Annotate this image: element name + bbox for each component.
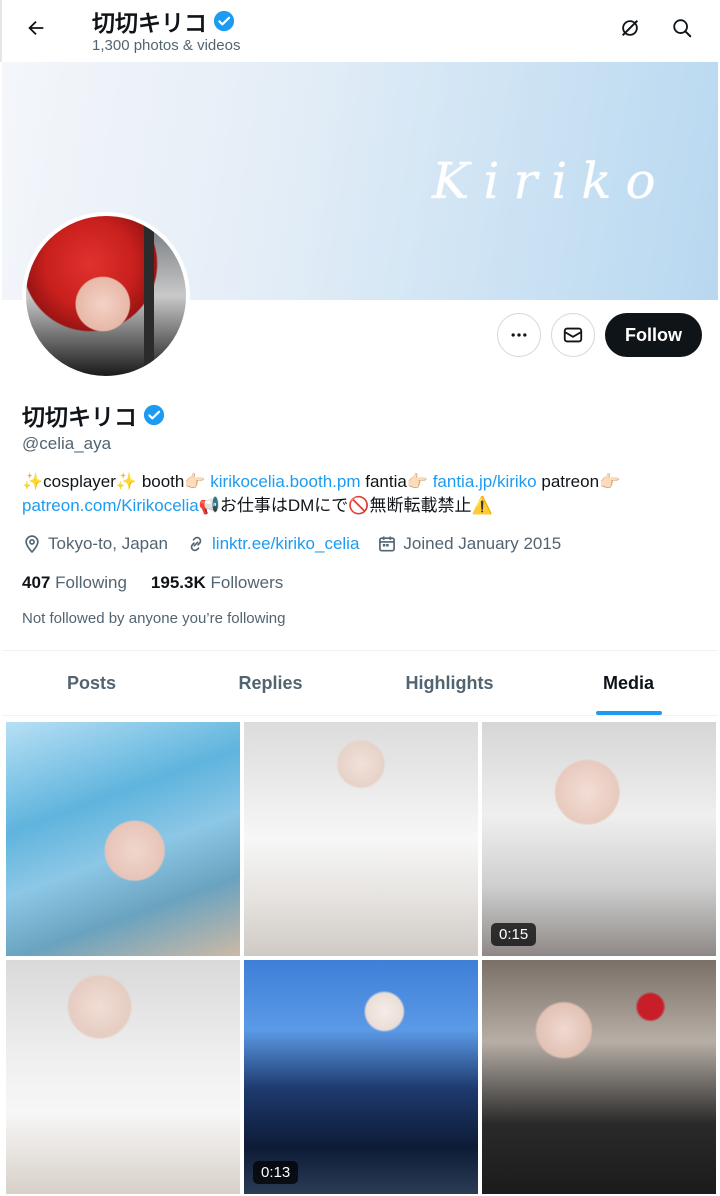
- arrow-left-icon: [28, 20, 44, 36]
- tab-replies[interactable]: Replies: [181, 651, 360, 715]
- header-title: 切切キリコ: [92, 10, 207, 36]
- calendar-icon: [379, 536, 396, 552]
- follow-button[interactable]: Follow: [605, 313, 702, 357]
- joined-item: Joined January 2015: [377, 534, 561, 554]
- not-followed-note: Not followed by anyone you’re following: [22, 610, 286, 627]
- tab-posts[interactable]: Posts: [2, 651, 181, 715]
- tab-label: Posts: [66, 672, 117, 693]
- media-tile[interactable]: 0:13: [244, 960, 478, 1194]
- followers-count: 195.3K: [150, 573, 206, 592]
- search-icon: [673, 19, 692, 38]
- header-subtitle: 1,300 photos & videos: [92, 37, 241, 54]
- video-duration-badge: 0:15: [491, 923, 537, 946]
- header-title-row: 切切キリコ: [92, 4, 235, 38]
- back-button[interactable]: [18, 10, 54, 46]
- following-link[interactable]: 407 Following: [22, 573, 127, 593]
- verified-badge-icon[interactable]: [143, 404, 165, 426]
- media-tile[interactable]: [482, 960, 716, 1194]
- tab-highlights[interactable]: Highlights: [360, 651, 539, 715]
- media-tile[interactable]: [6, 960, 240, 1194]
- active-tab-indicator: [595, 711, 662, 715]
- profile-name-row: 切切キリコ: [22, 398, 165, 432]
- more-button[interactable]: [497, 313, 541, 357]
- avatar[interactable]: [22, 212, 190, 380]
- website-item: linktr.ee/kiriko_celia: [186, 534, 359, 554]
- tab-label: Highlights: [405, 672, 494, 693]
- location-item: Tokyo-to, Japan: [22, 534, 168, 554]
- media-grid: 0:15 0:13: [6, 722, 716, 1194]
- profile-bio: ✨cosplayer✨ booth👉🏻 kirikocelia.booth.pm…: [22, 470, 712, 518]
- location-text: Tokyo-to, Japan: [48, 534, 169, 553]
- location-pin-icon: [25, 535, 39, 554]
- link-icon: [190, 536, 202, 552]
- website-link[interactable]: linktr.ee/kiriko_celia: [212, 534, 359, 554]
- media-tile[interactable]: [244, 722, 478, 956]
- media-tile[interactable]: [6, 722, 240, 956]
- profile-actions: Follow: [497, 313, 702, 357]
- bio-link-booth[interactable]: kirikocelia.booth.pm: [210, 472, 360, 491]
- media-tile[interactable]: 0:15: [482, 722, 716, 956]
- message-button[interactable]: [551, 313, 595, 357]
- profile-meta: Tokyo-to, Japan linktr.ee/kiriko_celia J…: [22, 534, 561, 554]
- tab-label: Media: [602, 672, 654, 693]
- bio-text: 📢お仕事はDMにで🚫無断転載禁止⚠️: [198, 496, 493, 515]
- bio-text: fantia👉🏻: [360, 472, 433, 491]
- profile-name: 切切キリコ: [22, 404, 137, 430]
- bio-text: ✨cosplayer✨ booth👉🏻: [22, 472, 211, 491]
- bio-link-patreon[interactable]: patreon.com/Kirikocelia: [22, 496, 199, 515]
- top-actions: [612, 10, 700, 46]
- top-bar: 切切キリコ 1,300 photos & videos: [0, 0, 720, 62]
- verified-badge-icon: [213, 10, 235, 32]
- follow-counts: 407 Following 195.3K Followers: [22, 573, 283, 593]
- tab-media[interactable]: Media: [539, 651, 718, 715]
- followers-label: Followers: [210, 573, 284, 592]
- search-button[interactable]: [664, 10, 700, 46]
- following-label: Following: [55, 573, 127, 592]
- grok-button[interactable]: [612, 10, 648, 46]
- bio-link-fantia[interactable]: fantia.jp/kiriko: [433, 472, 537, 491]
- following-count: 407: [22, 573, 51, 592]
- grok-icon: [621, 19, 639, 37]
- mail-icon: [563, 327, 583, 343]
- video-duration-badge: 0:13: [253, 1161, 299, 1184]
- tab-label: Replies: [238, 672, 303, 693]
- more-dots-icon: [511, 333, 527, 337]
- followers-link[interactable]: 195.3K Followers: [151, 573, 283, 593]
- profile-tabs: Posts Replies Highlights Media: [2, 650, 718, 716]
- profile-handle: @celia_aya: [22, 434, 112, 453]
- bio-text: patreon👉🏻: [536, 472, 621, 491]
- avatar-prop: [144, 226, 154, 366]
- joined-text: Joined January 2015: [403, 534, 562, 553]
- banner-signature: Kiriko: [432, 152, 670, 210]
